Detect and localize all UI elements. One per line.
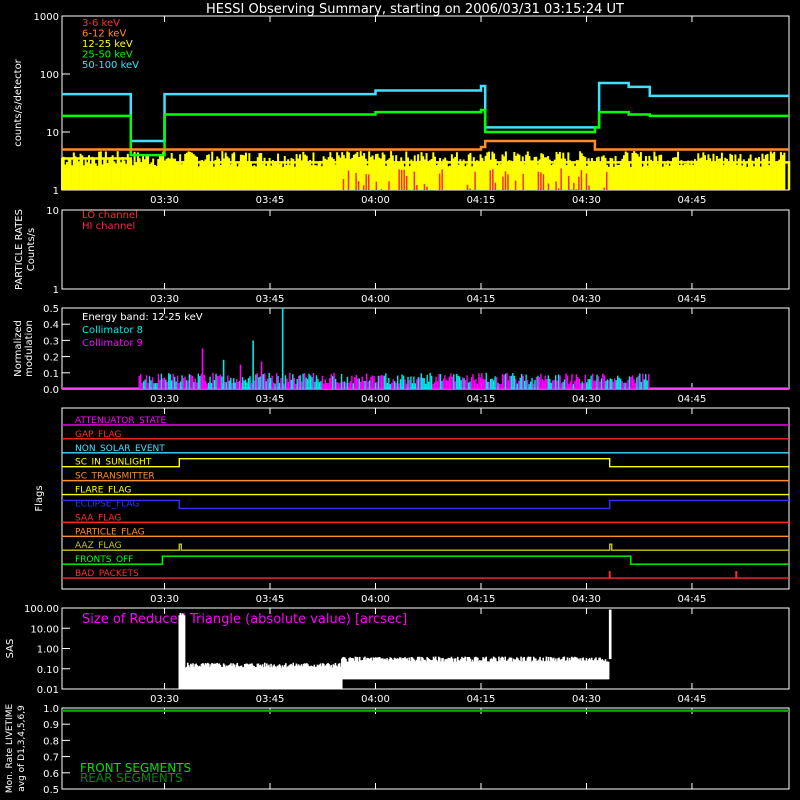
livetime-ytick-label: 1.0 <box>43 704 59 715</box>
time-tick-label: 03:30 <box>150 294 179 305</box>
time-tick-label: 04:15 <box>467 294 496 305</box>
time-tick-label: 03:30 <box>150 594 179 605</box>
particle-ytick-label: 10 <box>46 206 59 217</box>
sas-annotation: Size of Reduced Triangle (absolute value… <box>82 612 407 627</box>
modulation-ytick-label: 0.2 <box>43 353 59 364</box>
flags-ylabel: Flags <box>34 485 45 511</box>
modulation-ylabel-1: Normalized <box>13 320 24 377</box>
sas-ylabel: SAS <box>5 639 16 659</box>
modulation-annotation: Energy band: 12-25 keV <box>82 312 203 323</box>
time-tick-label: 04:45 <box>678 694 707 705</box>
sas-ytick-label: 100.00 <box>24 604 59 615</box>
time-tick-label: 04:45 <box>678 594 707 605</box>
time-tick-label: 03:45 <box>256 294 285 305</box>
time-tick-label: 04:45 <box>678 294 707 305</box>
modulation-ytick-label: 0.0 <box>43 385 59 396</box>
time-tick-label: 03:45 <box>256 394 285 405</box>
livetime-ytick-label: 0.9 <box>43 720 59 731</box>
rates-ytick-label: 100 <box>40 70 59 81</box>
livetime-ytick-label: 0.6 <box>43 769 59 780</box>
sas-ytick-label: 0.01 <box>37 685 59 696</box>
modulation-ylabel-2: modulation <box>24 320 35 377</box>
time-tick-label: 04:45 <box>678 394 707 405</box>
time-tick-label: 03:45 <box>256 195 285 206</box>
sas-ytick-label: 10.00 <box>30 624 59 635</box>
particle-ytick-label: 1 <box>53 285 59 296</box>
livetime-ylabel-1: Mon. Rate LIVETIME <box>5 704 15 794</box>
modulation-legend-9: Collimator 9 <box>82 338 143 349</box>
particle-legend-hi: HI channel <box>82 221 135 232</box>
time-tick-label: 04:00 <box>361 195 390 206</box>
figure-title: HESSI Observing Summary, starting on 200… <box>206 2 624 17</box>
rates-legend-entry: 3-6 keV <box>82 18 120 29</box>
time-tick-label: 04:00 <box>361 594 390 605</box>
time-tick-label: 03:45 <box>256 694 285 705</box>
modulation-ytick-label: 0.1 <box>43 369 59 380</box>
time-tick-label: 04:30 <box>572 694 601 705</box>
livetime-legend-rear: REAR SEGMENTS <box>80 771 183 785</box>
sas-ytick-label: 1.00 <box>37 645 59 656</box>
rates-legend-entry: 50-100 keV <box>82 60 139 71</box>
modulation-ytick-label: 0.3 <box>43 336 59 347</box>
rates-legend-entry: 25-50 keV <box>82 50 133 61</box>
particle-ylabel-2: Counts/s <box>26 228 37 272</box>
rates-ylabel: counts/s/detector <box>13 58 24 146</box>
time-tick-label: 04:30 <box>572 195 601 206</box>
observing-summary-figure: HESSI Observing Summary, starting on 200… <box>0 0 800 800</box>
time-tick-label: 03:30 <box>150 195 179 206</box>
rates-legend-entry: 12-25 keV <box>82 39 133 50</box>
time-tick-label: 04:30 <box>572 294 601 305</box>
time-tick-label: 04:00 <box>361 694 390 705</box>
livetime-ytick-label: 0.8 <box>43 736 59 747</box>
time-tick-label: 04:15 <box>467 694 496 705</box>
livetime-ytick-label: 0.5 <box>43 785 59 796</box>
rates-legend-entry: 6-12 keV <box>82 29 126 40</box>
modulation-ytick-label: 0.4 <box>43 320 59 331</box>
rates-ytick-label: 1 <box>53 186 59 197</box>
particle-ylabel-1: PARTICLE RATES <box>14 209 25 290</box>
rates-ytick-label: 10 <box>46 128 59 139</box>
time-tick-label: 03:30 <box>150 694 179 705</box>
time-tick-label: 04:00 <box>361 394 390 405</box>
time-tick-label: 04:45 <box>678 195 707 206</box>
particle-legend-lo: LO channel <box>82 210 138 221</box>
time-tick-label: 04:30 <box>572 594 601 605</box>
time-tick-label: 04:00 <box>361 294 390 305</box>
time-tick-label: 03:45 <box>256 594 285 605</box>
time-tick-label: 04:15 <box>467 195 496 206</box>
modulation-ytick-label: 0.5 <box>43 304 59 315</box>
modulation-legend-8: Collimator 8 <box>82 325 143 336</box>
livetime-ytick-label: 0.7 <box>43 753 59 764</box>
time-tick-label: 03:30 <box>150 394 179 405</box>
time-tick-label: 04:15 <box>467 394 496 405</box>
rates-ytick-label: 1000 <box>34 12 59 23</box>
sas-ytick-label: 0.10 <box>37 665 59 676</box>
livetime-ylabel-2: avg of D1,3,4,5,6,9 <box>17 705 27 792</box>
time-tick-label: 04:30 <box>572 394 601 405</box>
time-tick-label: 04:15 <box>467 594 496 605</box>
